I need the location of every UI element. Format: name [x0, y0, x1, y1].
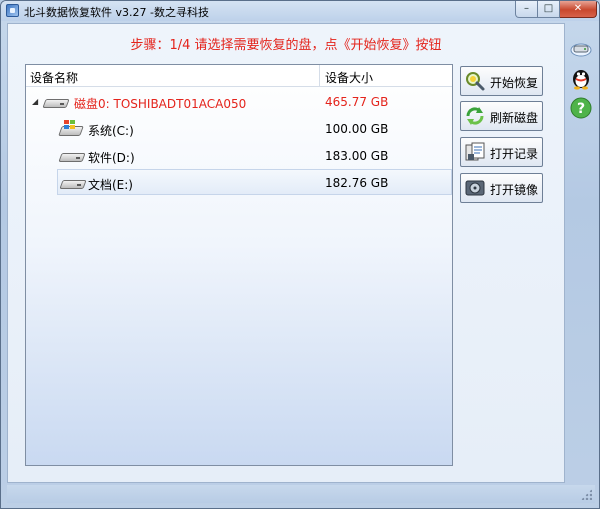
tree-row-partition[interactable]: 软件(D:) 183.00 GB [26, 143, 452, 169]
partition-size: 183.00 GB [325, 149, 389, 163]
network-drive-icon[interactable] [568, 35, 594, 61]
minimize-button[interactable]: – [515, 1, 538, 18]
resize-grip-icon[interactable] [581, 489, 592, 500]
expand-collapse-icon[interactable]: ◢ [32, 97, 38, 106]
windows-drive-icon [58, 120, 84, 138]
open-image-button[interactable]: 打开镜像 [460, 173, 543, 203]
refresh-disk-button[interactable]: 刷新磁盘 [460, 101, 543, 131]
disk-label: 磁盘0: TOSHIBADT01ACA050 [74, 97, 247, 111]
app-icon [6, 4, 19, 17]
start-recovery-icon [464, 70, 486, 92]
partition-size: 100.00 GB [325, 122, 389, 136]
open-image-icon [464, 177, 486, 199]
column-header-size[interactable]: 设备大小 [325, 69, 373, 86]
help-icon[interactable]: ? [568, 95, 594, 121]
svg-text:?: ? [577, 101, 585, 117]
close-button[interactable]: ✕ [560, 1, 597, 18]
side-toolbar: ? [564, 23, 598, 481]
start-recovery-label: 开始恢复 [490, 76, 539, 90]
open-record-button[interactable]: 打开记录 [460, 137, 543, 167]
partition-label: 系统(C:) [88, 124, 134, 138]
tree-row-partition-selected[interactable]: 文档(E:) 182.76 GB [57, 169, 452, 195]
app-window: 北斗数据恢复软件 v3.27 -数之寻科技 – □ ✕ 步骤：1/4 请选择需要… [0, 0, 600, 509]
maximize-button[interactable]: □ [538, 1, 560, 18]
hard-drive-icon [58, 150, 86, 163]
title-bar[interactable]: 北斗数据恢复软件 v3.27 -数之寻科技 – □ ✕ [1, 1, 599, 21]
window-title: 北斗数据恢复软件 v3.27 -数之寻科技 [24, 6, 209, 19]
column-header-name[interactable]: 设备名称 [30, 69, 78, 86]
start-recovery-button[interactable]: 开始恢复 [460, 66, 543, 96]
hard-drive-icon [42, 96, 70, 109]
column-divider[interactable] [319, 65, 320, 87]
qq-icon[interactable] [568, 65, 594, 91]
hard-drive-icon [59, 177, 87, 190]
tree-header: 设备名称 设备大小 [26, 65, 452, 87]
refresh-icon [464, 105, 486, 127]
open-record-icon [464, 141, 486, 163]
device-tree[interactable]: 设备名称 设备大小 ◢ 磁盘0: TOSHIBADT01ACA050 465.7… [25, 64, 453, 466]
main-panel: 步骤：1/4 请选择需要恢复的盘，点《开始恢复》按钮 设备名称 设备大小 ◢ 磁… [7, 23, 565, 483]
partition-size: 182.76 GB [325, 176, 389, 190]
disk-size: 465.77 GB [325, 95, 389, 109]
open-record-label: 打开记录 [490, 147, 539, 161]
tree-row-disk[interactable]: ◢ 磁盘0: TOSHIBADT01ACA050 465.77 GB [26, 89, 452, 115]
tree-row-partition[interactable]: 系统(C:) 100.00 GB [26, 116, 452, 142]
refresh-disk-label: 刷新磁盘 [490, 111, 539, 125]
open-image-label: 打开镜像 [490, 183, 539, 197]
partition-label: 软件(D:) [88, 151, 135, 165]
step-instruction: 步骤：1/4 请选择需要恢复的盘，点《开始恢复》按钮 [130, 38, 442, 53]
status-bar [7, 485, 595, 503]
partition-label: 文档(E:) [88, 178, 133, 192]
